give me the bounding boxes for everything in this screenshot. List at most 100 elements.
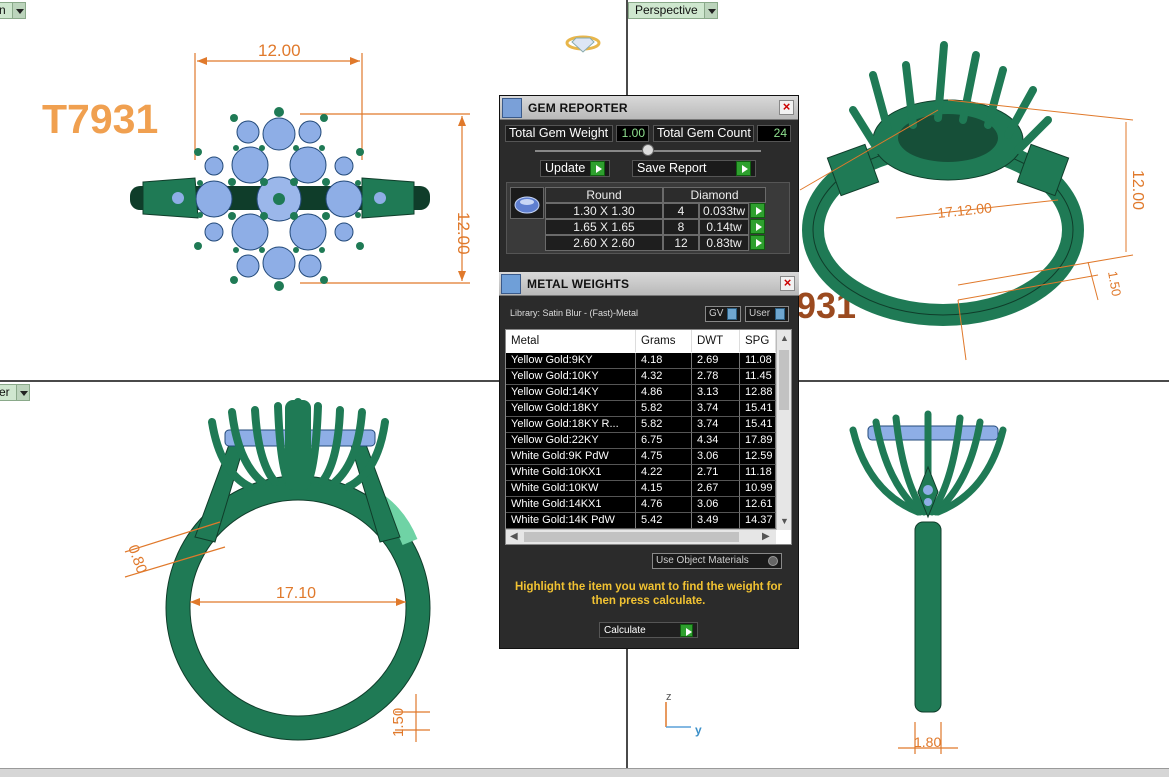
metal-row[interactable]: Yellow Gold:18KY R... 5.82 3.74 15.41 [506, 417, 776, 433]
update-button-label: Update [545, 161, 586, 175]
axis-z-label: z [666, 691, 672, 703]
spg-cell: 15.41 [740, 417, 776, 433]
dwt-cell: 2.71 [692, 465, 740, 481]
spg-column-header[interactable]: SPG [740, 330, 776, 352]
dwt-cell: 2.69 [692, 353, 740, 369]
dwt-column-header[interactable]: DWT [692, 330, 740, 352]
grams-cell: 5.82 [636, 417, 692, 433]
spg-cell: 12.59 [740, 449, 776, 465]
save-report-button-label: Save Report [637, 161, 707, 175]
gem-shape-header: Round [545, 187, 663, 203]
gem-row-play-icon[interactable] [750, 219, 765, 234]
metal-name-cell: Yellow Gold:14KY [506, 385, 636, 401]
top-width-dim: 12.00 [258, 41, 301, 60]
scroll-right-icon[interactable]: ▶ [762, 531, 770, 542]
metal-name-cell: Yellow Gold:18KY R... [506, 417, 636, 433]
metal-row[interactable]: White Gold:14KX1 4.76 3.06 12.61 [506, 497, 776, 513]
metal-row[interactable]: Yellow Gold:18KY 5.82 3.74 15.41 [506, 401, 776, 417]
total-gem-count-value: 24 [757, 125, 791, 142]
total-gem-weight-label: Total Gem Weight [505, 125, 613, 142]
use-object-materials-label: Use Object Materials [656, 555, 749, 566]
metal-name-cell: Yellow Gold:9KY [506, 353, 636, 369]
spg-cell: 12.61 [740, 497, 776, 513]
metal-name-cell: Yellow Gold:18KY [506, 401, 636, 417]
metal-table-horizontal-scrollbar[interactable]: ◀ ▶ [506, 529, 776, 544]
gem-size[interactable]: 1.30 X 1.30 [545, 203, 663, 219]
metal-table-vertical-scrollbar[interactable]: ▲ ▼ [776, 330, 791, 530]
save-report-button[interactable]: Save Report [632, 160, 756, 177]
metal-row[interactable]: Yellow Gold:10KY 4.32 2.78 11.45 [506, 369, 776, 385]
axis-y-label: y [695, 723, 702, 737]
gem-size[interactable]: 2.60 X 2.60 [545, 235, 663, 251]
grams-column-header[interactable]: Grams [636, 330, 692, 352]
spg-cell: 12.88 [740, 385, 776, 401]
gem-actions-row: Update Save Report [540, 160, 756, 177]
user-toggle-label: User [749, 308, 771, 319]
dwt-cell: 3.49 [692, 513, 740, 529]
metal-row[interactable]: White Gold:14K PdW 5.42 3.49 14.37 [506, 513, 776, 529]
gem-row-play-icon[interactable] [750, 235, 765, 250]
gem-weight: 0.033tw [699, 203, 749, 219]
status-bar [0, 768, 1169, 777]
gv-toggle[interactable]: GV [705, 306, 741, 322]
scroll-down-icon[interactable]: ▼ [780, 516, 789, 526]
spg-cell: 10.99 [740, 481, 776, 497]
close-icon[interactable]: × [779, 100, 794, 115]
gem-reporter-titlebar[interactable]: GEM REPORTER × [500, 96, 798, 120]
metal-weights-icon [501, 273, 521, 294]
gem-reporter-icon [502, 97, 522, 118]
metal-row[interactable]: White Gold:10KX1 4.22 2.71 11.18 [506, 465, 776, 481]
metal-row[interactable]: Yellow Gold:22KY 6.75 4.34 17.89 [506, 433, 776, 449]
persp-overlap-dim: 17.12.00 [937, 199, 993, 221]
logo-icon [565, 35, 601, 53]
metal-weights-titlebar[interactable]: METAL WEIGHTS × [499, 272, 799, 296]
dwt-cell: 3.06 [692, 449, 740, 465]
gem-reporter-title: GEM REPORTER [528, 100, 628, 115]
spg-cell: 11.18 [740, 465, 776, 481]
grams-cell: 4.76 [636, 497, 692, 513]
gem-slider-handle[interactable] [642, 144, 654, 156]
chevron-down-icon[interactable] [703, 3, 717, 18]
top-height-dim: 12.00 [454, 212, 473, 255]
metal-row[interactable]: Yellow Gold:9KY 4.18 2.69 11.08 [506, 353, 776, 369]
close-icon[interactable]: × [780, 276, 795, 291]
metal-library-label: Library: Satin Blur - (Fast)-Metal [510, 308, 639, 318]
metal-name-cell: White Gold:14K PdW [506, 513, 636, 529]
total-gem-weight-value: 1.00 [616, 125, 649, 142]
scroll-thumb[interactable] [524, 532, 739, 542]
use-object-materials-toggle[interactable]: Use Object Materials [652, 553, 782, 569]
side-bottom-dim: 1.80 [914, 734, 941, 750]
scroll-left-icon[interactable]: ◀ [510, 531, 518, 542]
scroll-thumb[interactable] [779, 350, 789, 410]
gem-size[interactable]: 1.65 X 1.65 [545, 219, 663, 235]
calculate-button-label: Calculate [604, 624, 646, 636]
gem-material-header: Diamond [663, 187, 766, 203]
metal-row[interactable]: White Gold:10KW 4.15 2.67 10.99 [506, 481, 776, 497]
grams-cell: 5.42 [636, 513, 692, 529]
dwt-cell: 2.78 [692, 369, 740, 385]
metal-row[interactable]: Yellow Gold:14KY 4.86 3.13 12.88 [506, 385, 776, 401]
metal-column-header[interactable]: Metal [506, 330, 636, 352]
update-button[interactable]: Update [540, 160, 610, 177]
gem-count: 8 [663, 219, 699, 235]
spg-cell: 11.08 [740, 353, 776, 369]
gem-count: 4 [663, 203, 699, 219]
dwt-cell: 3.74 [692, 417, 740, 433]
grams-cell: 4.32 [636, 369, 692, 385]
calculate-button[interactable]: Calculate [599, 622, 698, 638]
grams-cell: 4.18 [636, 353, 692, 369]
axis-gizmo-icon: z y [665, 691, 702, 737]
metal-name-cell: White Gold:14KX1 [506, 497, 636, 513]
gem-weight: 0.14tw [699, 219, 749, 235]
viewport-perspective-label[interactable]: Perspective [628, 2, 718, 19]
metal-row[interactable]: White Gold:9K PdW 4.75 3.06 12.59 [506, 449, 776, 465]
metal-weights-table[interactable]: Metal Grams DWT SPG Yellow Gold:9KY 4.18 2… [505, 329, 792, 545]
persp-height-dim: 12.00 [1129, 170, 1146, 210]
user-toggle[interactable]: User [745, 306, 789, 322]
grams-cell: 4.22 [636, 465, 692, 481]
gem-row-play-icon[interactable] [750, 203, 765, 218]
dwt-cell: 2.67 [692, 481, 740, 497]
scroll-up-icon[interactable]: ▲ [780, 333, 789, 343]
spg-cell: 11.45 [740, 369, 776, 385]
gv-toggle-label: GV [709, 308, 724, 319]
